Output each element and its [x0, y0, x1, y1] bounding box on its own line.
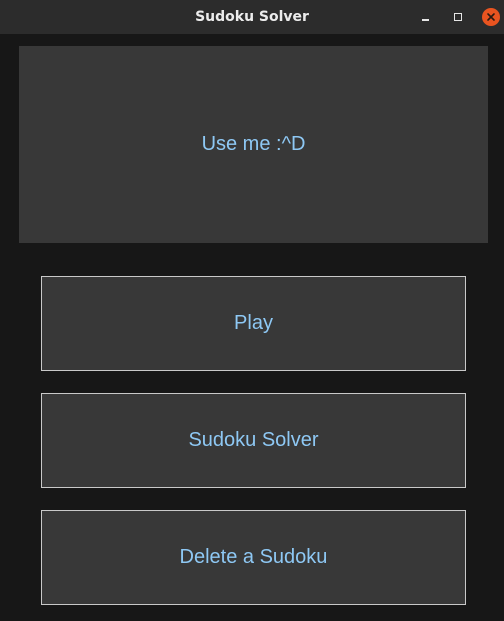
maximize-icon[interactable] — [449, 8, 467, 26]
main-window: Use me :^D Play Sudoku Solver Delete a S… — [0, 34, 504, 621]
title-bar: Sudoku Solver — [0, 0, 504, 34]
sudoku-solver-button-label: Sudoku Solver — [188, 429, 319, 451]
delete-sudoku-button[interactable]: Delete a Sudoku — [41, 510, 466, 605]
banner-text: Use me :^D — [201, 133, 306, 155]
welcome-banner: Use me :^D — [19, 46, 488, 243]
play-button[interactable]: Play — [41, 276, 466, 371]
play-button-label: Play — [234, 312, 273, 334]
close-icon[interactable] — [482, 8, 500, 26]
sudoku-solver-button[interactable]: Sudoku Solver — [41, 393, 466, 488]
window-title: Sudoku Solver — [195, 9, 309, 25]
delete-sudoku-button-label: Delete a Sudoku — [179, 546, 328, 568]
minimize-icon[interactable] — [416, 8, 434, 26]
